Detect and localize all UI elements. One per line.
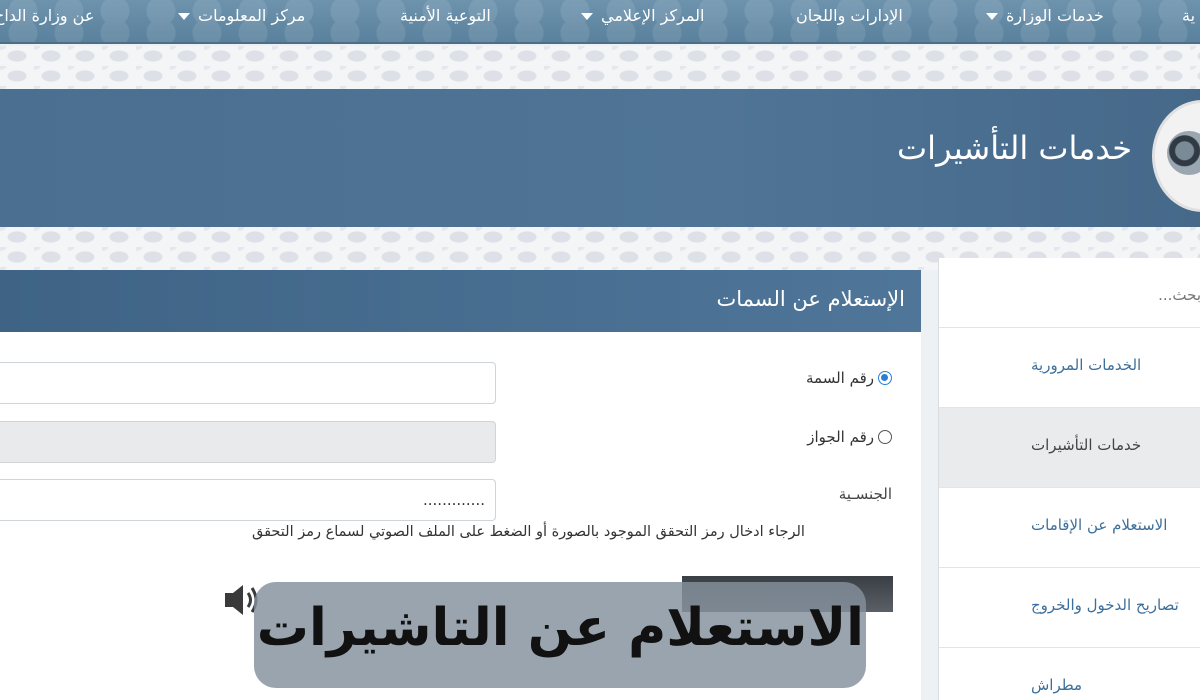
radio-selected-icon[interactable] — [878, 371, 892, 385]
nationality-label: الجنسـية — [838, 485, 892, 503]
visa-number-input[interactable] — [0, 362, 496, 404]
sidebar-item-residency-inquiry[interactable]: الاستعلام عن الإقامات — [939, 488, 1200, 568]
overlay-text: الاستعلام عن التاشيرات — [256, 598, 864, 658]
nav-item-media-center[interactable]: المركز الإعلامي — [581, 6, 705, 25]
panel-title: الإستعلام عن السمات — [716, 287, 905, 311]
radio-passport-number[interactable]: رقم الجواز — [807, 428, 892, 446]
nav-item-label: ية — [1182, 6, 1196, 25]
emblem-icon — [1167, 131, 1200, 175]
decorative-strip-top — [0, 46, 1200, 89]
sidebar-item-label: تصاريح الدخول والخروج — [1031, 596, 1179, 614]
nav-item-info-center[interactable]: مركز المعلومات — [178, 6, 305, 25]
captcha-instruction: الرجاء ادخال رمز التحقق الموجود بالصورة … — [252, 524, 805, 540]
nav-item-truncated[interactable]: ية — [1182, 6, 1195, 25]
sidebar-item-label: الاستعلام عن الإقامات — [1031, 516, 1168, 534]
panel-header: الإستعلام عن السمات — [0, 270, 921, 332]
caret-down-icon — [986, 13, 998, 20]
sidebar-item-traffic-services[interactable]: الخدمات المرورية — [939, 328, 1200, 408]
nav-item-label: عن وزارة الداخ — [0, 6, 95, 25]
sidebar: الخدمات المرورية خدمات التأشيرات الاستعل… — [938, 258, 1200, 700]
sidebar-item-visa-services[interactable]: خدمات التأشيرات — [939, 408, 1200, 488]
nav-item-security-awareness[interactable]: التوعية الأمنية — [400, 6, 491, 25]
nav-item-label: التوعية الأمنية — [400, 6, 491, 25]
page-title: خدمات التأشيرات — [897, 129, 1132, 167]
top-nav-bar: عن وزارة الداخ مركز المعلومات التوعية ال… — [0, 0, 1200, 44]
nav-item-about-ministry[interactable]: عن وزارة الداخ — [0, 6, 94, 25]
nav-item-label: الإدارات واللجان — [796, 6, 903, 25]
caret-down-icon — [581, 13, 593, 20]
nav-item-label: خدمات الوزارة — [1006, 6, 1104, 25]
radio-unselected-icon[interactable] — [878, 430, 892, 444]
radio-visa-number[interactable]: رقم السمة — [806, 369, 892, 387]
passport-number-input[interactable] — [0, 421, 496, 463]
nav-item-label: مركز المعلومات — [198, 6, 306, 25]
page-banner: خدمات التأشيرات — [0, 89, 1200, 227]
nationality-value: ............. — [423, 491, 485, 509]
radio-label: رقم السمة — [806, 369, 874, 387]
nav-item-label: المركز الإعلامي — [601, 6, 705, 25]
sidebar-item-entry-exit-permits[interactable]: تصاريح الدخول والخروج — [939, 568, 1200, 648]
nav-item-departments[interactable]: الإدارات واللجان — [796, 6, 903, 25]
sidebar-item-label: خدمات التأشيرات — [1031, 436, 1142, 454]
nav-item-ministry-services[interactable]: خدمات الوزارة — [986, 6, 1104, 25]
nationality-select[interactable]: ............. — [0, 479, 496, 521]
sidebar-item-last[interactable]: مطراش — [939, 648, 1200, 700]
radio-label: رقم الجواز — [807, 428, 874, 446]
overlay-caption: الاستعلام عن التاشيرات — [254, 582, 866, 688]
sidebar-search — [939, 258, 1200, 328]
search-input[interactable] — [949, 278, 1200, 312]
sidebar-item-label: مطراش — [1031, 676, 1083, 694]
sidebar-item-label: الخدمات المرورية — [1031, 356, 1142, 374]
caret-down-icon — [178, 13, 190, 20]
